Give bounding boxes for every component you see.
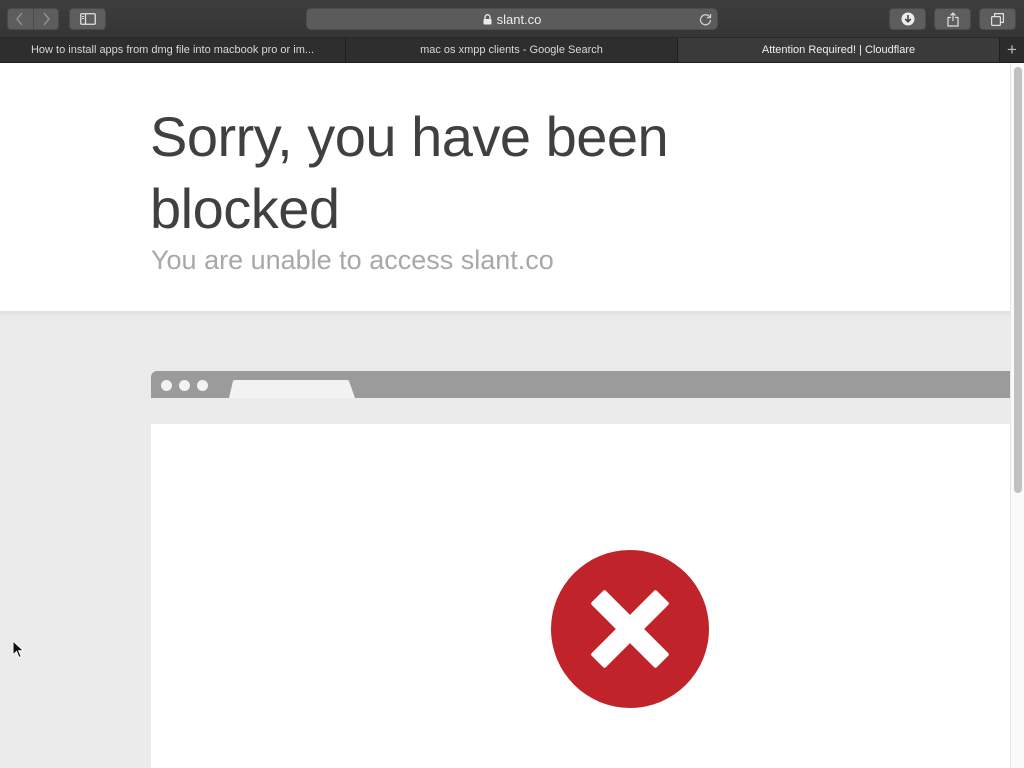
- lock-icon: [483, 13, 492, 25]
- tab-title: mac os xmpp clients - Google Search: [420, 44, 603, 56]
- tab-title: Attention Required! | Cloudflare: [761, 44, 916, 56]
- tab-bar: How to install apps from dmg file into m…: [0, 38, 1024, 63]
- window-dot: [161, 380, 172, 391]
- vertical-scrollbar[interactable]: [1010, 63, 1024, 768]
- scrollbar-thumb[interactable]: [1014, 67, 1022, 493]
- block-message-header: Sorry, you have been blocked You are una…: [0, 63, 1010, 311]
- new-tab-button[interactable]: +: [1000, 38, 1024, 62]
- share-icon: [946, 11, 959, 27]
- share-button[interactable]: [934, 8, 971, 30]
- download-icon: [901, 12, 914, 26]
- tabs-overview-icon: [991, 12, 1004, 26]
- illustration-tab: [229, 380, 355, 398]
- navigation-buttons: [7, 8, 59, 30]
- tab-cloudflare[interactable]: Attention Required! | Cloudflare: [678, 38, 1000, 62]
- page-title: Sorry, you have been blocked: [150, 105, 669, 240]
- reload-icon[interactable]: [698, 12, 712, 26]
- window-dot: [197, 380, 208, 391]
- illustration-title-bar: [151, 371, 1010, 398]
- download-button[interactable]: [889, 8, 926, 30]
- mouse-cursor-icon: [12, 640, 25, 659]
- back-button[interactable]: [8, 9, 33, 29]
- address-text: slant.co: [496, 11, 542, 27]
- forward-button[interactable]: [32, 9, 58, 29]
- illustration-window-body: [151, 424, 1010, 768]
- chevron-left-icon: [16, 12, 24, 26]
- web-page: Sorry, you have been blocked You are una…: [0, 63, 1024, 768]
- browser-illustration: [151, 371, 1010, 768]
- sidebar-icon: [79, 13, 96, 25]
- chevron-right-icon: [43, 12, 51, 26]
- sidebar-button[interactable]: [69, 8, 106, 30]
- window-dot: [179, 380, 190, 391]
- tabs-overview-button[interactable]: [979, 8, 1016, 30]
- error-x-icon: [551, 550, 709, 708]
- tab-title: How to install apps from dmg file into m…: [30, 44, 315, 56]
- tab-dmg-install[interactable]: How to install apps from dmg file into m…: [0, 38, 346, 62]
- tab-xmpp-search[interactable]: mac os xmpp clients - Google Search: [346, 38, 678, 62]
- address-bar[interactable]: slant.co: [306, 8, 718, 30]
- browser-toolbar: slant.co: [0, 0, 1024, 38]
- page-subtitle: You are unable to access slant.co: [151, 245, 554, 275]
